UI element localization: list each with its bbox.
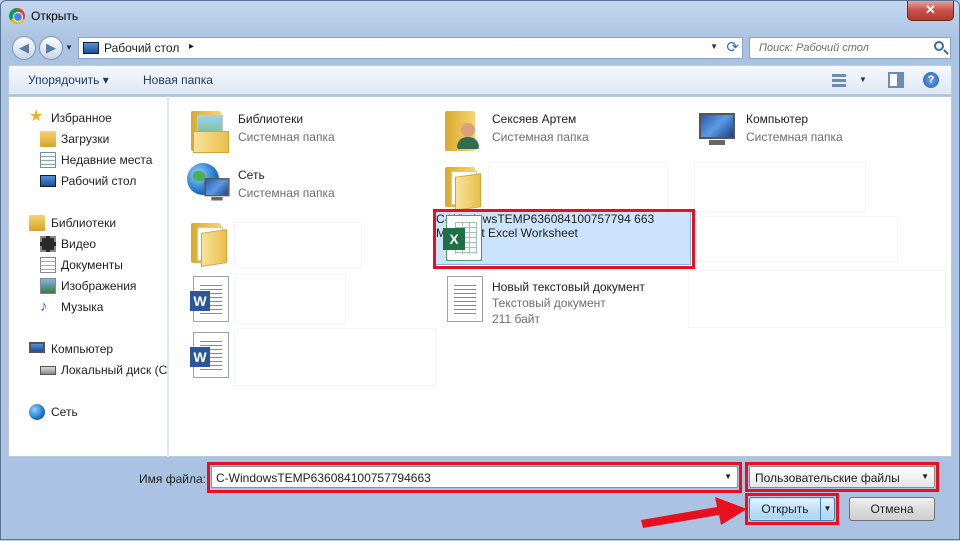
back-button[interactable]: ◀ — [12, 36, 36, 60]
redacted-area — [697, 217, 897, 261]
file-name: Библиотеки — [238, 112, 304, 126]
sidebar-item-libraries[interactable]: Библиотеки — [9, 213, 167, 233]
file-item-libraries[interactable]: Библиотеки Системная папка — [183, 105, 433, 157]
sidebar-item-favorites[interactable]: ★ Избранное — [9, 108, 167, 128]
network-monitor-icon — [203, 178, 231, 202]
file-item-word-redacted[interactable]: W — [183, 329, 435, 385]
file-size: 211 байт — [492, 312, 540, 326]
word-document-icon: W — [190, 276, 229, 322]
file-name: Сексяев Артем — [492, 112, 577, 126]
redacted-label — [235, 329, 435, 385]
file-name: Компьютер — [746, 112, 809, 126]
sidebar-item-videos[interactable]: Видео — [9, 234, 167, 254]
title-bar: Открыть ✕ — [1, 1, 959, 31]
window-title: Открыть — [31, 9, 79, 23]
sidebar-item-pictures[interactable]: Изображения — [9, 276, 167, 296]
redacted-label — [235, 223, 361, 267]
view-options-dropdown[interactable]: ▼ — [859, 75, 867, 84]
music-note-icon: ♪ — [40, 298, 48, 315]
change-view-icon[interactable] — [832, 72, 848, 88]
redacted-label — [489, 163, 667, 211]
recent-locations-dropdown[interactable]: ▼ — [65, 43, 73, 52]
sidebar-item-desktop[interactable]: Рабочий стол — [9, 171, 167, 191]
file-item-user-folder[interactable]: Сексяев Артем Системная папка — [437, 105, 687, 157]
sidebar-item-recent-places[interactable]: Недавние места — [9, 150, 167, 170]
word-logo-icon: W — [190, 347, 210, 367]
new-folder-button[interactable]: Новая папка — [143, 73, 213, 87]
arrow-right-icon: ▶ — [46, 40, 56, 55]
file-type: Системная папка — [492, 130, 589, 144]
libraries-folder-icon — [189, 109, 229, 153]
desktop-icon — [83, 42, 99, 54]
open-file-dialog: Открыть ✕ ◀ ▶ ▼ Рабочий стол ▸ ▼ ⟳ Поиск… — [0, 0, 960, 540]
redacted-area — [689, 271, 945, 327]
file-name: Новый текстовый документ — [492, 280, 645, 294]
highlight-box — [433, 209, 695, 269]
file-item-computer[interactable]: Компьютер Системная папка — [691, 105, 941, 157]
organize-button[interactable]: Упорядочить ▾ — [28, 73, 109, 87]
preview-pane-icon[interactable] — [888, 72, 904, 88]
filename-label: Имя файла: — [139, 472, 206, 486]
star-icon: ★ — [29, 108, 44, 125]
recent-places-icon — [40, 152, 56, 168]
computer-icon — [29, 342, 45, 353]
search-icon[interactable] — [934, 41, 944, 51]
cancel-button[interactable]: Отмена — [849, 497, 935, 521]
navigation-pane: ★ Избранное Загрузки Недавние места Рабо… — [8, 96, 167, 457]
search-input[interactable]: Поиск: Рабочий стол — [749, 37, 951, 59]
help-icon[interactable]: ? — [923, 72, 939, 88]
desktop-icon — [40, 175, 56, 187]
highlight-box — [745, 493, 839, 525]
address-bar[interactable]: Рабочий стол ▸ ▼ ⟳ — [78, 37, 743, 59]
sidebar-item-music[interactable]: ♪ Музыка — [9, 297, 167, 317]
file-item-network[interactable]: Сеть Системная папка — [183, 161, 433, 213]
sidebar-item-local-disk[interactable]: Локальный диск (C — [9, 360, 167, 380]
sidebar-item-downloads[interactable]: Загрузки — [9, 129, 167, 149]
file-type: Системная папка — [238, 130, 335, 144]
file-item-folder-redacted[interactable] — [183, 217, 433, 269]
sidebar-item-documents[interactable]: Документы — [9, 255, 167, 275]
file-type: Системная папка — [746, 130, 843, 144]
computer-icon — [697, 113, 737, 147]
word-logo-icon: W — [190, 291, 210, 311]
text-document-icon — [447, 276, 483, 322]
documents-icon — [40, 257, 56, 273]
file-item-word-redacted[interactable]: W — [183, 273, 433, 325]
user-folder-icon — [443, 109, 483, 153]
pictures-icon — [40, 278, 56, 294]
hard-drive-icon — [40, 366, 56, 375]
highlight-box — [207, 462, 742, 493]
breadcrumb-chevron-icon[interactable]: ▸ — [189, 41, 194, 52]
address-dropdown-icon[interactable]: ▼ — [710, 42, 718, 51]
downloads-folder-icon — [40, 131, 56, 147]
redacted-area — [695, 163, 865, 211]
folder-icon — [443, 165, 483, 211]
file-type: Системная папка — [238, 186, 335, 200]
sidebar-item-network[interactable]: Сеть — [9, 402, 167, 422]
toolbar: Упорядочить ▾ Новая папка ▼ ? — [8, 65, 952, 95]
libraries-icon — [29, 215, 45, 231]
refresh-icon[interactable]: ⟳ — [726, 38, 739, 56]
address-path[interactable]: Рабочий стол — [104, 41, 179, 55]
network-globe-icon — [29, 404, 45, 420]
navigation-bar: ◀ ▶ ▼ Рабочий стол ▸ ▼ ⟳ Поиск: Рабочий … — [1, 31, 959, 63]
sidebar-item-computer[interactable]: Компьютер — [9, 339, 167, 359]
redacted-label — [235, 275, 345, 323]
file-name: Сеть — [238, 168, 265, 182]
search-placeholder: Поиск: Рабочий стол — [759, 42, 869, 54]
close-button[interactable]: ✕ — [907, 1, 954, 21]
file-item-text-document[interactable]: Новый текстовый документ Текстовый докум… — [437, 273, 687, 326]
file-type: Текстовый документ — [492, 296, 606, 310]
highlight-box — [745, 462, 939, 492]
word-document-icon: W — [190, 332, 229, 378]
forward-button[interactable]: ▶ — [39, 36, 63, 60]
video-icon — [40, 236, 56, 252]
arrow-left-icon: ◀ — [19, 40, 29, 55]
red-arrow-icon — [641, 497, 747, 528]
folder-icon — [189, 221, 229, 267]
file-list: Библиотеки Системная папка Сексяев Артем… — [169, 96, 952, 457]
chrome-icon — [9, 8, 25, 24]
file-item-folder-redacted[interactable] — [437, 161, 687, 213]
dialog-footer: Имя файла: C-WindowsTEMP6360841007577946… — [1, 457, 959, 541]
